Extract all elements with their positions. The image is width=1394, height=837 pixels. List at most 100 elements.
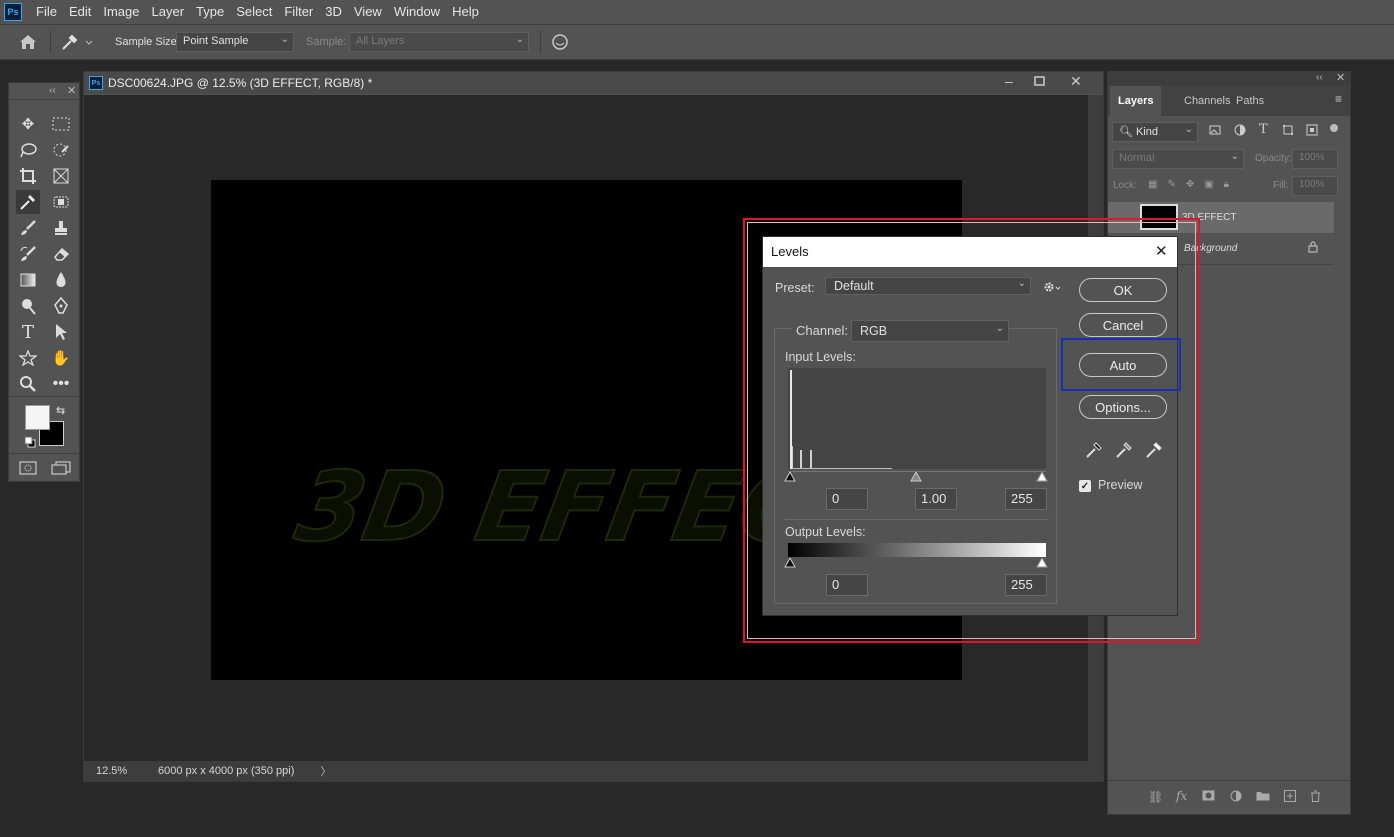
hand-tool-icon[interactable]: ✋: [49, 346, 73, 370]
filter-type-icon[interactable]: T: [1259, 122, 1268, 137]
screen-mode-icon[interactable]: [49, 456, 73, 480]
filter-shape-icon[interactable]: [1282, 124, 1294, 139]
eyedropper-tool-icon[interactable]: [16, 190, 40, 214]
status-arrow-icon[interactable]: 〉: [320, 763, 331, 779]
filter-adjustment-icon[interactable]: [1234, 124, 1246, 139]
zoom-level[interactable]: 12.5%: [96, 765, 156, 777]
input-gamma-value[interactable]: 1.00: [915, 488, 957, 510]
black-point-eyedropper-icon[interactable]: [1085, 441, 1103, 462]
menu-window[interactable]: Window: [388, 0, 446, 24]
output-black-value[interactable]: 0: [826, 574, 868, 596]
default-colors-icon[interactable]: [24, 436, 36, 451]
filter-smart-object-icon[interactable]: [1306, 124, 1318, 139]
crop-tool-icon[interactable]: [16, 164, 40, 188]
output-white-slider-handle[interactable]: [1036, 556, 1048, 571]
more-tools-icon[interactable]: •••: [49, 372, 73, 396]
menu-file[interactable]: File: [30, 0, 63, 24]
add-mask-icon[interactable]: [1202, 790, 1215, 804]
menu-help[interactable]: Help: [446, 0, 485, 24]
auto-button-highlight-frame: [1061, 338, 1181, 391]
pen-tool-icon[interactable]: [49, 294, 73, 318]
document-tab[interactable]: Ps DSC00624.JPG @ 12.5% (3D EFFECT, RGB/…: [84, 72, 1103, 94]
adjustment-layer-icon[interactable]: [1230, 790, 1242, 805]
input-black-value[interactable]: 0: [826, 488, 868, 510]
quick-mask-icon[interactable]: [16, 456, 40, 480]
eraser-tool-icon[interactable]: [49, 242, 73, 266]
sampling-ring-icon[interactable]: [551, 33, 569, 54]
zoom-tool-icon[interactable]: [16, 372, 40, 396]
quick-selection-tool-icon[interactable]: [49, 138, 73, 162]
close-icon[interactable]: ✕: [1336, 71, 1345, 84]
swap-colors-icon[interactable]: ⇆: [56, 404, 65, 417]
menu-3d[interactable]: 3D: [319, 0, 348, 24]
type-tool-icon[interactable]: T: [16, 320, 40, 344]
lock-options-icons[interactable]: ▦✎✥▣🔒︎: [1148, 179, 1239, 190]
home-icon[interactable]: [18, 33, 38, 54]
cancel-button[interactable]: Cancel: [1079, 313, 1167, 337]
blend-mode-select[interactable]: Normal ⌄: [1112, 149, 1244, 169]
spot-healing-tool-icon[interactable]: [49, 190, 73, 214]
preset-options-gear-icon[interactable]: [1043, 281, 1061, 296]
preview-checkbox[interactable]: ✓: [1079, 480, 1091, 492]
gradient-tool-icon[interactable]: [16, 268, 40, 292]
lasso-tool-icon[interactable]: [16, 138, 40, 162]
collapse-icon[interactable]: ‹‹: [1316, 72, 1323, 83]
marquee-tool-icon[interactable]: [49, 112, 73, 136]
lock-icon: [1308, 241, 1318, 256]
white-point-eyedropper-icon[interactable]: [1145, 441, 1163, 462]
menu-image[interactable]: Image: [97, 0, 145, 24]
sample-size-select[interactable]: Point Sample ⌄: [176, 32, 294, 52]
input-black-slider-handle[interactable]: [784, 470, 796, 485]
blur-tool-icon[interactable]: [49, 268, 73, 292]
maximize-icon[interactable]: [1034, 75, 1045, 89]
history-brush-tool-icon[interactable]: [16, 242, 40, 266]
input-white-slider-handle[interactable]: [1036, 470, 1048, 485]
foreground-color-swatch-top[interactable]: [25, 405, 50, 430]
custom-shape-tool-icon[interactable]: [16, 346, 40, 370]
minimize-icon[interactable]: –: [1005, 73, 1013, 89]
preset-select[interactable]: Default ⌄: [825, 277, 1031, 295]
filter-toggle-icon[interactable]: [1330, 124, 1338, 132]
menu-edit[interactable]: Edit: [63, 0, 97, 24]
gray-point-eyedropper-icon[interactable]: [1115, 441, 1133, 462]
dialog-title-bar[interactable]: Levels ✕: [763, 237, 1177, 267]
tab-paths[interactable]: Paths: [1228, 86, 1272, 116]
sample-select[interactable]: All Layers ⌄: [349, 32, 529, 52]
delete-layer-icon[interactable]: [1310, 790, 1321, 805]
frame-tool-icon[interactable]: [49, 164, 73, 188]
output-white-value[interactable]: 255: [1005, 574, 1047, 596]
close-icon[interactable]: ✕: [1155, 237, 1168, 267]
filter-pixel-icon[interactable]: [1209, 124, 1221, 139]
brush-tool-icon[interactable]: [16, 216, 40, 240]
fx-icon[interactable]: fx: [1176, 789, 1187, 803]
clone-stamp-tool-icon[interactable]: [49, 216, 73, 240]
options-button[interactable]: Options...: [1079, 395, 1167, 419]
new-group-icon[interactable]: [1256, 790, 1270, 804]
tab-layers[interactable]: Layers: [1110, 86, 1162, 116]
channel-select[interactable]: RGB ⌄: [851, 320, 1009, 342]
opacity-input[interactable]: 100%: [1292, 149, 1338, 169]
dialog-title: Levels: [771, 244, 809, 259]
menu-view[interactable]: View: [348, 0, 388, 24]
collapse-icon[interactable]: ‹‹: [49, 85, 56, 96]
layers-footer: ⛓︎ fx: [1108, 780, 1350, 814]
menu-type[interactable]: Type: [190, 0, 230, 24]
link-layers-icon[interactable]: ⛓︎: [1148, 790, 1163, 804]
output-black-slider-handle[interactable]: [784, 556, 796, 571]
move-tool-icon[interactable]: ✥: [16, 112, 40, 136]
menu-select[interactable]: Select: [230, 0, 278, 24]
new-layer-icon[interactable]: [1284, 790, 1296, 805]
panel-menu-icon[interactable]: ≡: [1335, 92, 1342, 106]
menu-layer[interactable]: Layer: [146, 0, 191, 24]
ok-button[interactable]: OK: [1079, 278, 1167, 302]
menu-filter[interactable]: Filter: [278, 0, 319, 24]
eyedropper-tool-preset-icon[interactable]: [60, 33, 93, 54]
layer-filter-select[interactable]: 🔍︎ Kind ⌄: [1112, 122, 1198, 142]
close-icon[interactable]: ✕: [67, 84, 76, 97]
input-white-value[interactable]: 255: [1005, 488, 1047, 510]
input-gamma-slider-handle[interactable]: [910, 470, 922, 485]
dodge-tool-icon[interactable]: [16, 294, 40, 318]
close-icon[interactable]: ✕: [1070, 73, 1082, 90]
path-selection-tool-icon[interactable]: [49, 320, 73, 344]
fill-input[interactable]: 100%: [1292, 176, 1338, 196]
